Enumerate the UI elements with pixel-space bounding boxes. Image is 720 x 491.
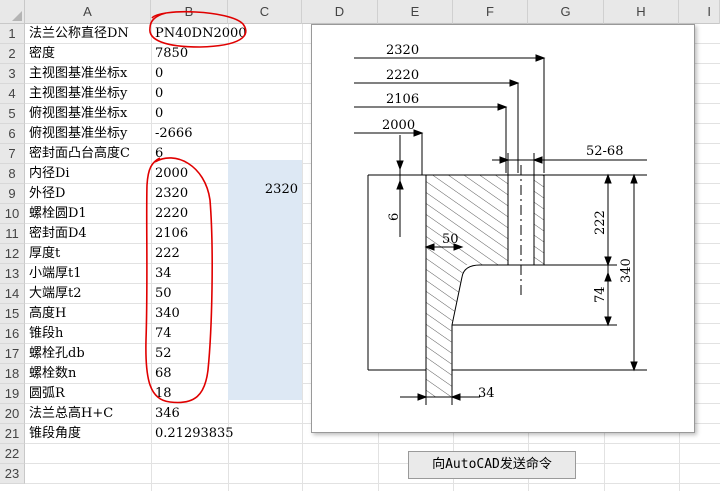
label-2320: 2320 (386, 43, 419, 58)
label-52-68: 52-68 (586, 144, 623, 159)
label-2106: 2106 (386, 92, 419, 107)
label-340: 340 (619, 258, 634, 283)
label-6: 6 (387, 213, 402, 221)
label-2220: 2220 (386, 68, 419, 83)
label-2000: 2000 (382, 118, 415, 133)
send-to-autocad-button[interactable]: 向AutoCAD发送命令 (408, 451, 576, 479)
flange-drawing-panel[interactable]: 2320 2220 2106 2000 52-68 50 34 222 74 3… (311, 24, 695, 433)
annotation-ellipse-b1 (149, 11, 247, 48)
label-50: 50 (442, 232, 459, 247)
label-222: 222 (593, 210, 608, 235)
annotation-ellipse-b8-b19 (145, 157, 213, 404)
label-34: 34 (478, 386, 495, 401)
label-74: 74 (593, 286, 608, 303)
flange-cross-section: 2320 2220 2106 2000 52-68 50 34 222 74 3… (354, 43, 647, 405)
